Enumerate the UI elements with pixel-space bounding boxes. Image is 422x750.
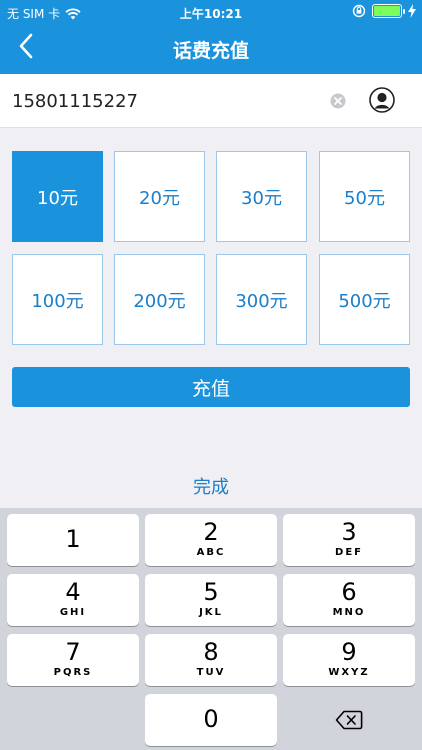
key-8-letters: TUV bbox=[196, 667, 226, 678]
key-1-number: 1 bbox=[65, 525, 81, 553]
key-4-letters: GHI bbox=[59, 607, 87, 618]
key-9-number: 9 bbox=[341, 638, 357, 666]
key-7[interactable]: 7 PQRS bbox=[7, 634, 139, 686]
backspace-icon bbox=[335, 710, 363, 730]
key-2-letters: ABC bbox=[196, 547, 226, 558]
key-8[interactable]: 8 TUV bbox=[145, 634, 277, 686]
contact-person-icon[interactable] bbox=[369, 87, 395, 113]
key-9-letters: WXYZ bbox=[328, 667, 370, 678]
delete-key[interactable] bbox=[283, 694, 415, 746]
key-5[interactable]: 5 JKL bbox=[145, 574, 277, 626]
numeric-keypad: 1 2 ABC 3 DEF 4 GHI 5 JKL 6 MNO 7 PQRS 8… bbox=[0, 508, 422, 750]
amount-option-10[interactable]: 10元 bbox=[12, 151, 103, 242]
key-6[interactable]: 6 MNO bbox=[283, 574, 415, 626]
key-5-number: 5 bbox=[203, 578, 219, 606]
key-7-letters: PQRS bbox=[53, 667, 93, 678]
done-button[interactable]: 完成 bbox=[0, 473, 422, 499]
key-6-letters: MNO bbox=[332, 607, 366, 618]
clear-input-icon[interactable] bbox=[330, 93, 346, 109]
amount-option-50[interactable]: 50元 bbox=[319, 151, 410, 242]
amount-option-500[interactable]: 500元 bbox=[319, 254, 410, 345]
key-7-number: 7 bbox=[65, 638, 81, 666]
key-2-number: 2 bbox=[203, 518, 219, 546]
amount-option-200[interactable]: 200元 bbox=[114, 254, 205, 345]
key-6-number: 6 bbox=[341, 578, 357, 606]
amount-option-100[interactable]: 100元 bbox=[12, 254, 103, 345]
key-3-number: 3 bbox=[341, 518, 357, 546]
key-0-number: 0 bbox=[203, 705, 219, 733]
orientation-lock-icon bbox=[352, 4, 366, 18]
key-0[interactable]: 0 bbox=[145, 694, 277, 746]
key-5-letters: JKL bbox=[199, 607, 223, 618]
key-1[interactable]: 1 bbox=[7, 514, 139, 566]
amount-option-30[interactable]: 30元 bbox=[216, 151, 307, 242]
header: 无 SIM 卡 上午10:21 话费充值 bbox=[0, 0, 422, 74]
status-right bbox=[352, 4, 416, 18]
battery-fill bbox=[374, 6, 400, 16]
battery-icon bbox=[372, 4, 405, 18]
recharge-button[interactable]: 充值 bbox=[12, 367, 410, 407]
key-9[interactable]: 9 WXYZ bbox=[283, 634, 415, 686]
charging-bolt-icon bbox=[408, 4, 416, 18]
amount-option-300[interactable]: 300元 bbox=[216, 254, 307, 345]
amount-option-20[interactable]: 20元 bbox=[114, 151, 205, 242]
key-2[interactable]: 2 ABC bbox=[145, 514, 277, 566]
key-4[interactable]: 4 GHI bbox=[7, 574, 139, 626]
key-3[interactable]: 3 DEF bbox=[283, 514, 415, 566]
key-3-letters: DEF bbox=[335, 547, 363, 558]
keyboard-toolbar: 完成 bbox=[0, 462, 422, 508]
status-bar: 无 SIM 卡 上午10:21 bbox=[0, 0, 422, 24]
key-8-number: 8 bbox=[203, 638, 219, 666]
phone-row bbox=[0, 74, 422, 128]
phone-number-input[interactable] bbox=[12, 87, 312, 115]
key-4-number: 4 bbox=[65, 578, 81, 606]
page-title: 话费充值 bbox=[172, 40, 249, 62]
